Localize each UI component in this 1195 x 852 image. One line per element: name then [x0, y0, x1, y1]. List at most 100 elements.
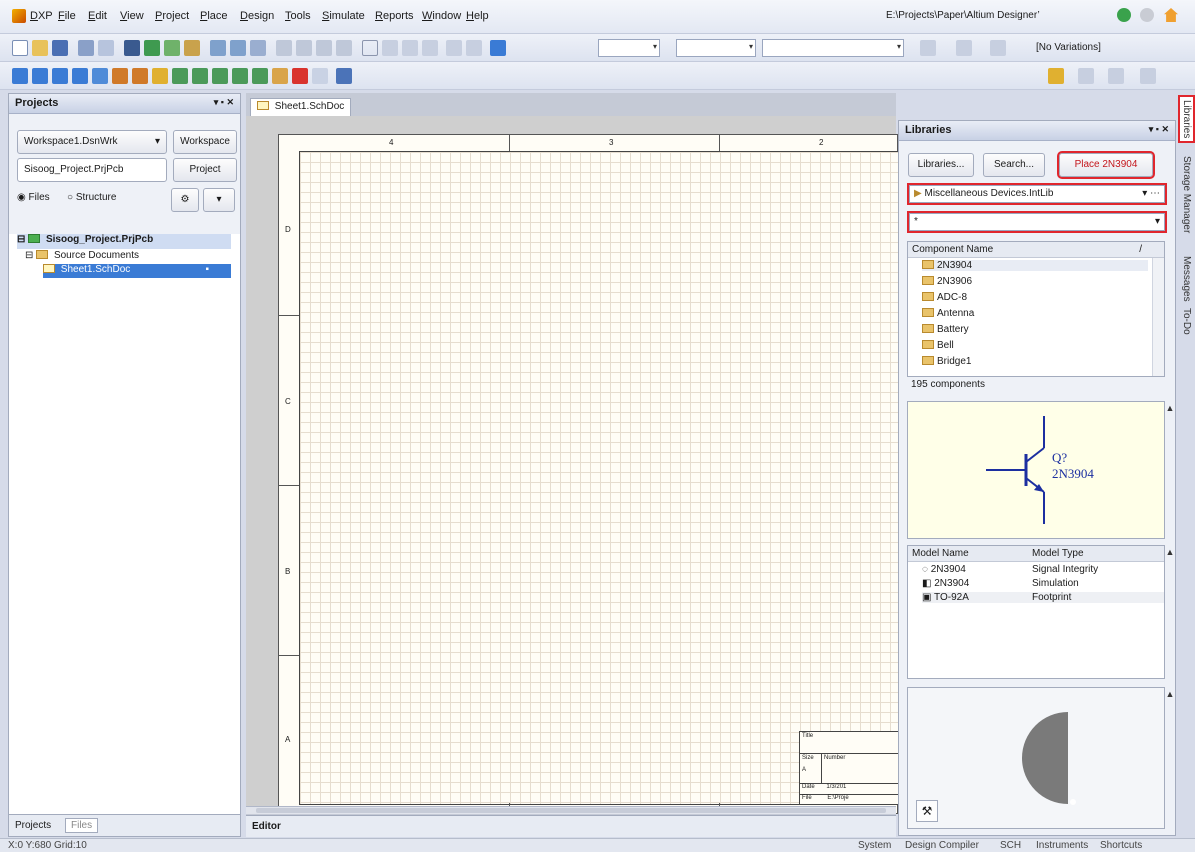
hierarchy-icon[interactable]	[490, 40, 506, 56]
tab-editor[interactable]: Editor	[252, 821, 281, 832]
forward-nav-icon[interactable]	[1140, 8, 1154, 22]
menu-edit[interactable]: Edit	[88, 10, 107, 22]
collapse-up-icon[interactable]: ▲	[1163, 401, 1177, 415]
tab-sheet1[interactable]: Sheet1.SchDoc	[250, 98, 352, 116]
radio-files[interactable]: ◉ Files	[17, 192, 50, 203]
gnd-port-icon[interactable]	[112, 68, 128, 84]
component-item[interactable]: Antenna	[922, 308, 974, 319]
collapse-icon[interactable]: ⊟	[17, 234, 25, 245]
place-component-button[interactable]: Place 2N3904	[1057, 151, 1155, 179]
zoom-selected-icon[interactable]	[250, 40, 266, 56]
status-shortcuts[interactable]: Shortcuts	[1100, 840, 1142, 851]
component-list-scrollbar[interactable]	[1152, 258, 1164, 376]
toolbar-combo-1[interactable]: ▾	[598, 39, 660, 57]
undo-icon[interactable]	[446, 40, 462, 56]
directive-icon[interactable]	[312, 68, 328, 84]
utility-icon-4[interactable]	[1140, 68, 1156, 84]
menu-view[interactable]: View	[120, 10, 144, 22]
open-folder-icon[interactable]	[32, 40, 48, 56]
home-icon[interactable]	[1164, 8, 1178, 22]
collapse-up-icon[interactable]: ▲	[1163, 545, 1177, 559]
tools-icon[interactable]: ⚒	[916, 800, 938, 822]
new-document-icon[interactable]	[12, 40, 28, 56]
horizontal-scrollbar[interactable]	[246, 806, 896, 814]
vcc-port-icon[interactable]	[132, 68, 148, 84]
deselect-icon[interactable]	[402, 40, 418, 56]
part-icon[interactable]	[152, 68, 168, 84]
move-selection-icon[interactable]	[382, 40, 398, 56]
utility-icon-2[interactable]	[1078, 68, 1094, 84]
tree-project-item[interactable]: ⊟ Sisoog_Project.PrjPcb	[17, 234, 231, 249]
component-item[interactable]: Bell	[922, 340, 954, 351]
panel-controls-icon[interactable]: ▾ ▪ ✕	[214, 97, 234, 108]
search-button[interactable]: Search...	[983, 153, 1045, 177]
panel-controls-icon[interactable]: ▾ ▪ ✕	[1149, 124, 1169, 135]
variant-icon-2[interactable]	[956, 40, 972, 56]
status-instruments[interactable]: Instruments	[1036, 840, 1088, 851]
schematic-canvas[interactable]: 4 3 2 D C B A Title Size A Number Date 1…	[246, 116, 900, 814]
status-system[interactable]: System	[858, 840, 891, 851]
component-item[interactable]: 2N3906	[922, 276, 972, 287]
no-erc-icon[interactable]	[292, 68, 308, 84]
toolbar-combo-2[interactable]: ▾	[676, 39, 756, 57]
redo-icon[interactable]	[466, 40, 482, 56]
net-label-icon[interactable]	[92, 68, 108, 84]
bus-entry-icon[interactable]	[72, 68, 88, 84]
library-icon[interactable]	[184, 40, 200, 56]
paste-icon[interactable]	[316, 40, 332, 56]
libraries-button[interactable]: Libraries...	[908, 153, 974, 177]
schematic-sheet[interactable]	[299, 151, 899, 805]
project-field[interactable]: Sisoog_Project.PrjPcb	[17, 158, 167, 182]
variant-icon-3[interactable]	[990, 40, 1006, 56]
tree-document-item[interactable]: Sheet1.SchDoc ▪	[43, 264, 231, 278]
folder-options-button[interactable]: ▾	[203, 188, 235, 212]
component-filter-input[interactable]: * ▾	[907, 211, 1167, 233]
side-tab-todo[interactable]: To-Do	[1180, 305, 1193, 338]
component-list-header[interactable]: Component Name /	[908, 242, 1164, 258]
menu-window[interactable]: Window	[422, 10, 461, 22]
menu-dxp[interactable]: DXP	[30, 10, 53, 22]
collapse-up-icon[interactable]: ▲	[1163, 687, 1177, 701]
tree-folder-item[interactable]: ⊟ Source Documents	[25, 250, 139, 261]
menu-design[interactable]: Design	[240, 10, 274, 22]
status-sch[interactable]: SCH	[1000, 840, 1021, 851]
menu-project[interactable]: Project	[155, 10, 189, 22]
component-item[interactable]: 2N3904	[922, 260, 1148, 271]
device-sheet-symbol-icon[interactable]	[212, 68, 228, 84]
scrollbar-thumb[interactable]	[256, 808, 886, 813]
signal-harness-icon[interactable]	[52, 68, 68, 84]
sheet-symbol-icon[interactable]	[172, 68, 188, 84]
print-preview-icon[interactable]	[98, 40, 114, 56]
sort-icon[interactable]: /	[1139, 244, 1142, 255]
tab-projects[interactable]: Projects	[15, 820, 51, 831]
wire-icon[interactable]	[12, 68, 28, 84]
copy-icon[interactable]	[296, 40, 312, 56]
harness-entry-icon[interactable]	[252, 68, 268, 84]
menu-tools[interactable]: Tools	[285, 10, 311, 22]
workspace-select[interactable]: Workspace1.DsnWrk ▾	[17, 130, 167, 154]
menu-place[interactable]: Place	[200, 10, 228, 22]
port-icon[interactable]	[272, 68, 288, 84]
side-tab-storage-manager[interactable]: Storage Manager	[1180, 153, 1193, 236]
radio-structure[interactable]: ○ Structure	[67, 192, 116, 203]
tab-files[interactable]: Files	[65, 818, 99, 833]
component-item[interactable]: Bridge1	[922, 356, 971, 367]
model-row[interactable]: ◌ 2N3904	[922, 564, 966, 575]
model-header-type[interactable]: Model Type	[1032, 548, 1084, 559]
side-tab-libraries[interactable]: Libraries	[1178, 94, 1195, 144]
model-row[interactable]: ◧ 2N3904	[922, 578, 969, 589]
project-button[interactable]: Project	[173, 158, 237, 182]
back-nav-icon[interactable]	[1117, 8, 1131, 22]
board-icon[interactable]	[144, 40, 160, 56]
select-area-icon[interactable]	[362, 40, 378, 56]
utility-icon-3[interactable]	[1108, 68, 1124, 84]
library-select[interactable]: ▶ Miscellaneous Devices.IntLib ▾ ⋯	[907, 183, 1167, 205]
cut-icon[interactable]	[276, 40, 292, 56]
toolbar-combo-3[interactable]: ▾	[762, 39, 904, 57]
open-project-icon[interactable]	[164, 40, 180, 56]
status-design-compiler[interactable]: Design Compiler	[905, 840, 979, 851]
menu-reports[interactable]: Reports	[375, 10, 414, 22]
collapse-icon[interactable]: ⊟	[25, 250, 33, 261]
menu-simulate[interactable]: Simulate	[322, 10, 365, 22]
view-options-button[interactable]: ⚙	[171, 188, 199, 212]
